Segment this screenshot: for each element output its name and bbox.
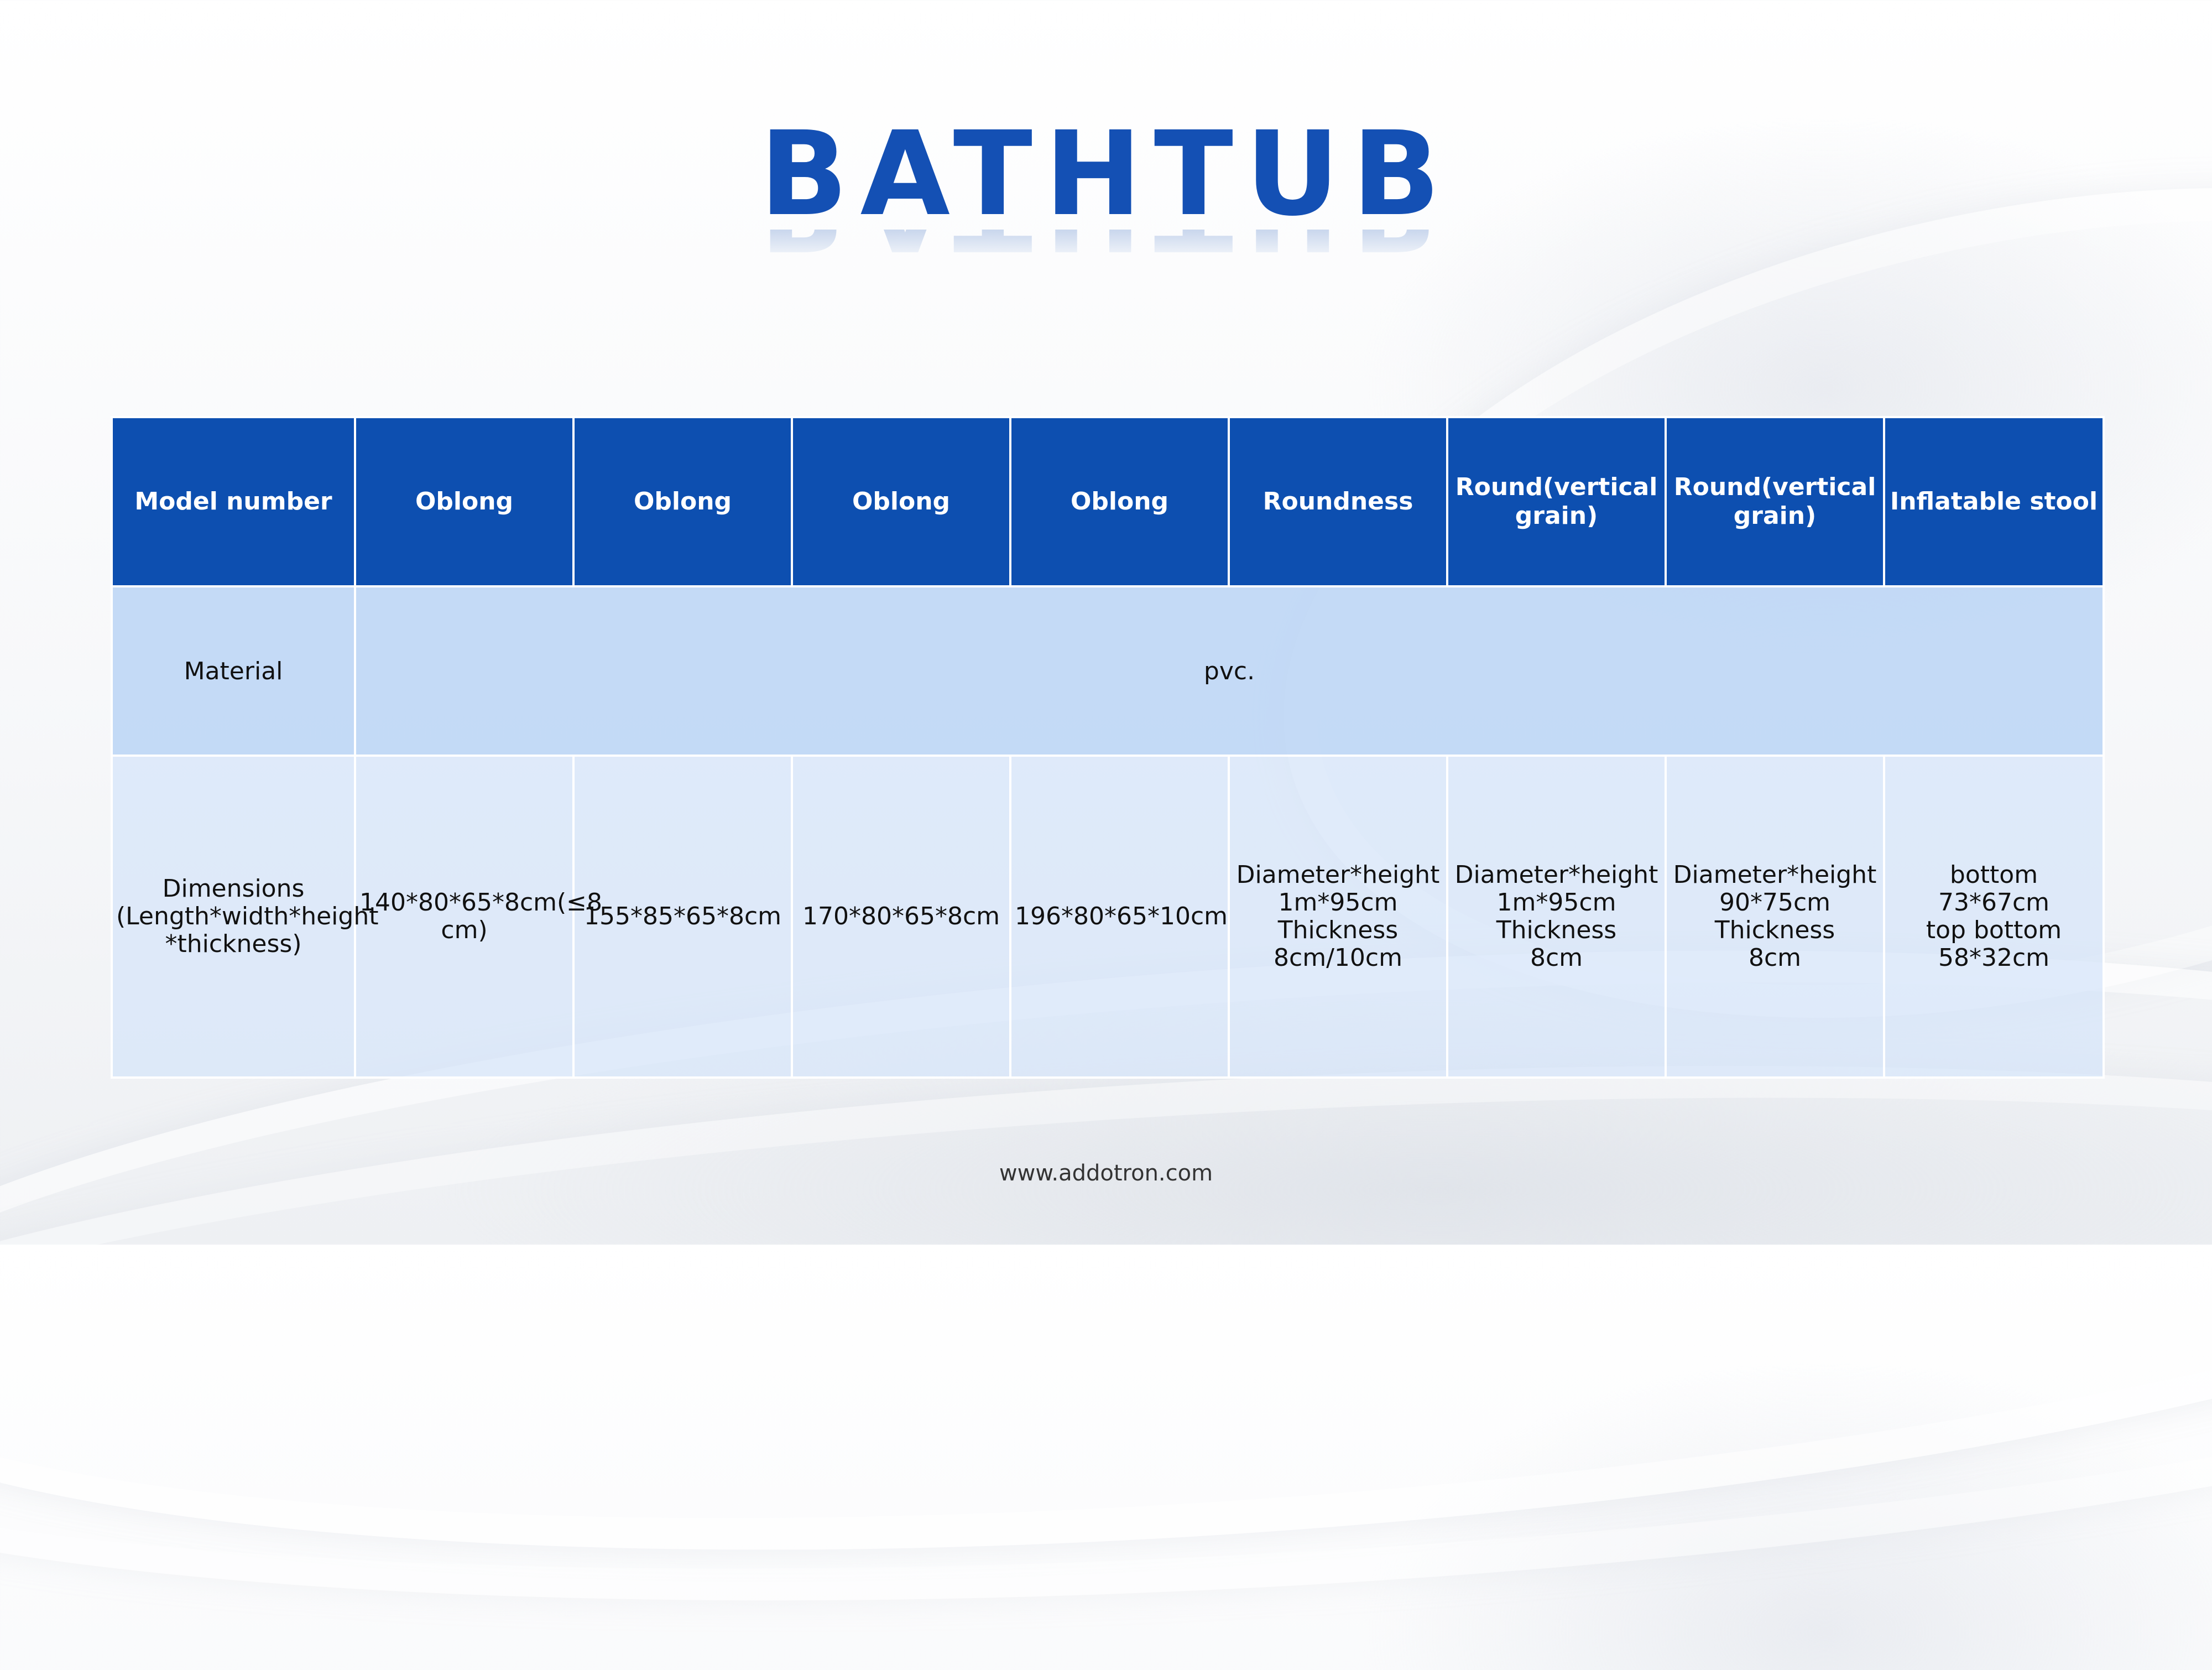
dimension-cell: 155*85*65*8cm bbox=[572, 755, 793, 1079]
header-cell: Oblong bbox=[791, 416, 1011, 587]
header-cell: Oblong bbox=[354, 416, 575, 587]
header-cell: Round(vertical grain) bbox=[1665, 416, 1885, 587]
header-cell: Inflatable stool bbox=[1883, 416, 2105, 587]
table-row-material: Material pvc. bbox=[111, 585, 2105, 757]
dimension-cell: 170*80*65*8cm bbox=[791, 755, 1011, 1079]
page-title: BATHTUB bbox=[759, 106, 1453, 242]
dimension-cell: 196*80*65*10cm bbox=[1009, 755, 1230, 1079]
header-cell: Round(vertical grain) bbox=[1446, 416, 1667, 587]
dimension-cell: Diameter*height 1m*95cm Thickness 8cm/10… bbox=[1228, 755, 1448, 1079]
dimension-cell: Diameter*height 1m*95cm Thickness 8cm bbox=[1446, 755, 1667, 1079]
dimension-cell: bottom 73*67cm top bottom 58*32cm bbox=[1883, 755, 2105, 1079]
row-label-dimensions: Dimensions (Length*width*height *thickne… bbox=[111, 755, 378, 1079]
header-cell-model-number: Model number bbox=[111, 416, 356, 587]
material-value-cell: pvc. bbox=[354, 585, 2105, 757]
dimension-cell: 140*80*65*8cm(≤8 cm) bbox=[354, 755, 602, 1079]
row-label-material: Material bbox=[111, 585, 356, 757]
page-title-reflection: BATHTUB bbox=[0, 230, 2212, 263]
table-row-dimensions: Dimensions (Length*width*height *thickne… bbox=[111, 755, 2105, 1079]
header-cell: Roundness bbox=[1228, 416, 1448, 587]
header-cell: Oblong bbox=[1009, 416, 1230, 587]
spec-table: Model number Oblong Oblong Oblong Oblong… bbox=[111, 416, 2105, 1079]
dimension-cell: Diameter*height 90*75cm Thickness 8cm bbox=[1665, 755, 1885, 1079]
table-header-row: Model number Oblong Oblong Oblong Oblong… bbox=[111, 416, 2105, 587]
header-cell: Oblong bbox=[572, 416, 793, 587]
title-block: BATHTUB BATHTUB bbox=[0, 106, 2212, 263]
footer-url: www.addotron.com bbox=[999, 1161, 1213, 1186]
